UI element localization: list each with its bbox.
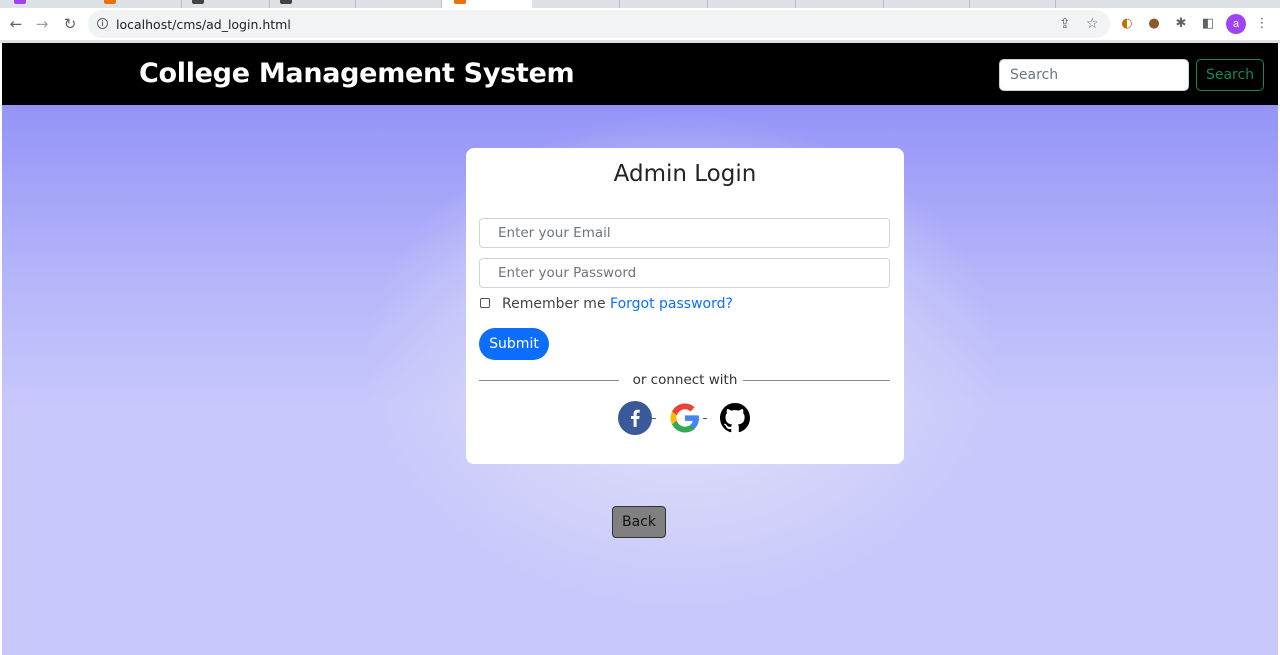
address-bar[interactable]: i localhost/cms/ad_login.html ⇪ ☆ xyxy=(88,10,1110,38)
remember-me-row: Remember me Forgot password? xyxy=(502,296,733,312)
browser-tab[interactable] xyxy=(620,0,708,8)
profile-avatar[interactable]: a xyxy=(1226,14,1246,34)
reload-icon[interactable]: ↻ xyxy=(60,14,80,34)
facebook-icon[interactable] xyxy=(618,401,652,435)
site-brand[interactable]: College Management System xyxy=(139,58,575,89)
forgot-password-link[interactable]: Forgot password? xyxy=(610,296,733,312)
tab-favicon xyxy=(104,0,116,4)
browser-tab[interactable] xyxy=(356,0,442,8)
tab-favicon xyxy=(14,0,26,4)
remember-me-label[interactable]: Remember me xyxy=(502,296,606,312)
page-content: College Management System Search Admin L… xyxy=(2,43,1278,655)
browser-tab[interactable] xyxy=(532,0,620,8)
divider: or connect with xyxy=(466,372,904,388)
google-icon[interactable] xyxy=(668,401,702,435)
password-field[interactable] xyxy=(479,258,890,288)
bookmark-star-icon[interactable]: ☆ xyxy=(1086,16,1099,32)
browser-toolbar: ← → ↻ i localhost/cms/ad_login.html ⇪ ☆ … xyxy=(0,8,1280,40)
forward-arrow-icon[interactable]: → xyxy=(32,14,52,34)
tab-favicon xyxy=(454,0,466,4)
remember-me-checkbox[interactable] xyxy=(480,298,490,308)
login-title: Admin Login xyxy=(613,161,757,187)
browser-tab[interactable] xyxy=(970,0,1056,8)
more-menu-icon[interactable]: ⋮ xyxy=(1254,16,1270,32)
site-info-icon[interactable]: i xyxy=(97,18,108,29)
back-arrow-icon[interactable]: ← xyxy=(6,14,26,34)
browser-tab-strip xyxy=(0,0,1280,8)
google-separator xyxy=(703,418,707,419)
search-button[interactable]: Search xyxy=(1196,59,1264,91)
github-icon[interactable] xyxy=(718,401,752,435)
back-button[interactable]: Back xyxy=(612,506,666,538)
browser-tab[interactable] xyxy=(796,0,884,8)
cookie-extension-icon[interactable]: ● xyxy=(1146,16,1162,32)
browser-tab[interactable] xyxy=(884,0,970,8)
email-field[interactable] xyxy=(479,218,890,248)
tab-favicon xyxy=(192,0,204,4)
top-navbar: College Management System Search xyxy=(2,43,1278,105)
submit-button[interactable]: Submit xyxy=(479,328,549,360)
share-icon[interactable]: ⇪ xyxy=(1059,16,1071,32)
search-input[interactable] xyxy=(999,59,1189,91)
extensions-puzzle-icon[interactable]: ✱ xyxy=(1173,16,1189,32)
side-panel-icon[interactable]: ◧ xyxy=(1200,16,1216,32)
browser-tab[interactable] xyxy=(708,0,796,8)
extension-icon[interactable]: ◐ xyxy=(1119,16,1135,32)
tab-favicon xyxy=(280,0,292,4)
address-url[interactable]: localhost/cms/ad_login.html xyxy=(116,17,291,32)
facebook-separator xyxy=(652,418,656,419)
login-card: Admin Login Remember me Forgot password?… xyxy=(466,148,904,464)
divider-text: or connect with xyxy=(626,372,744,388)
